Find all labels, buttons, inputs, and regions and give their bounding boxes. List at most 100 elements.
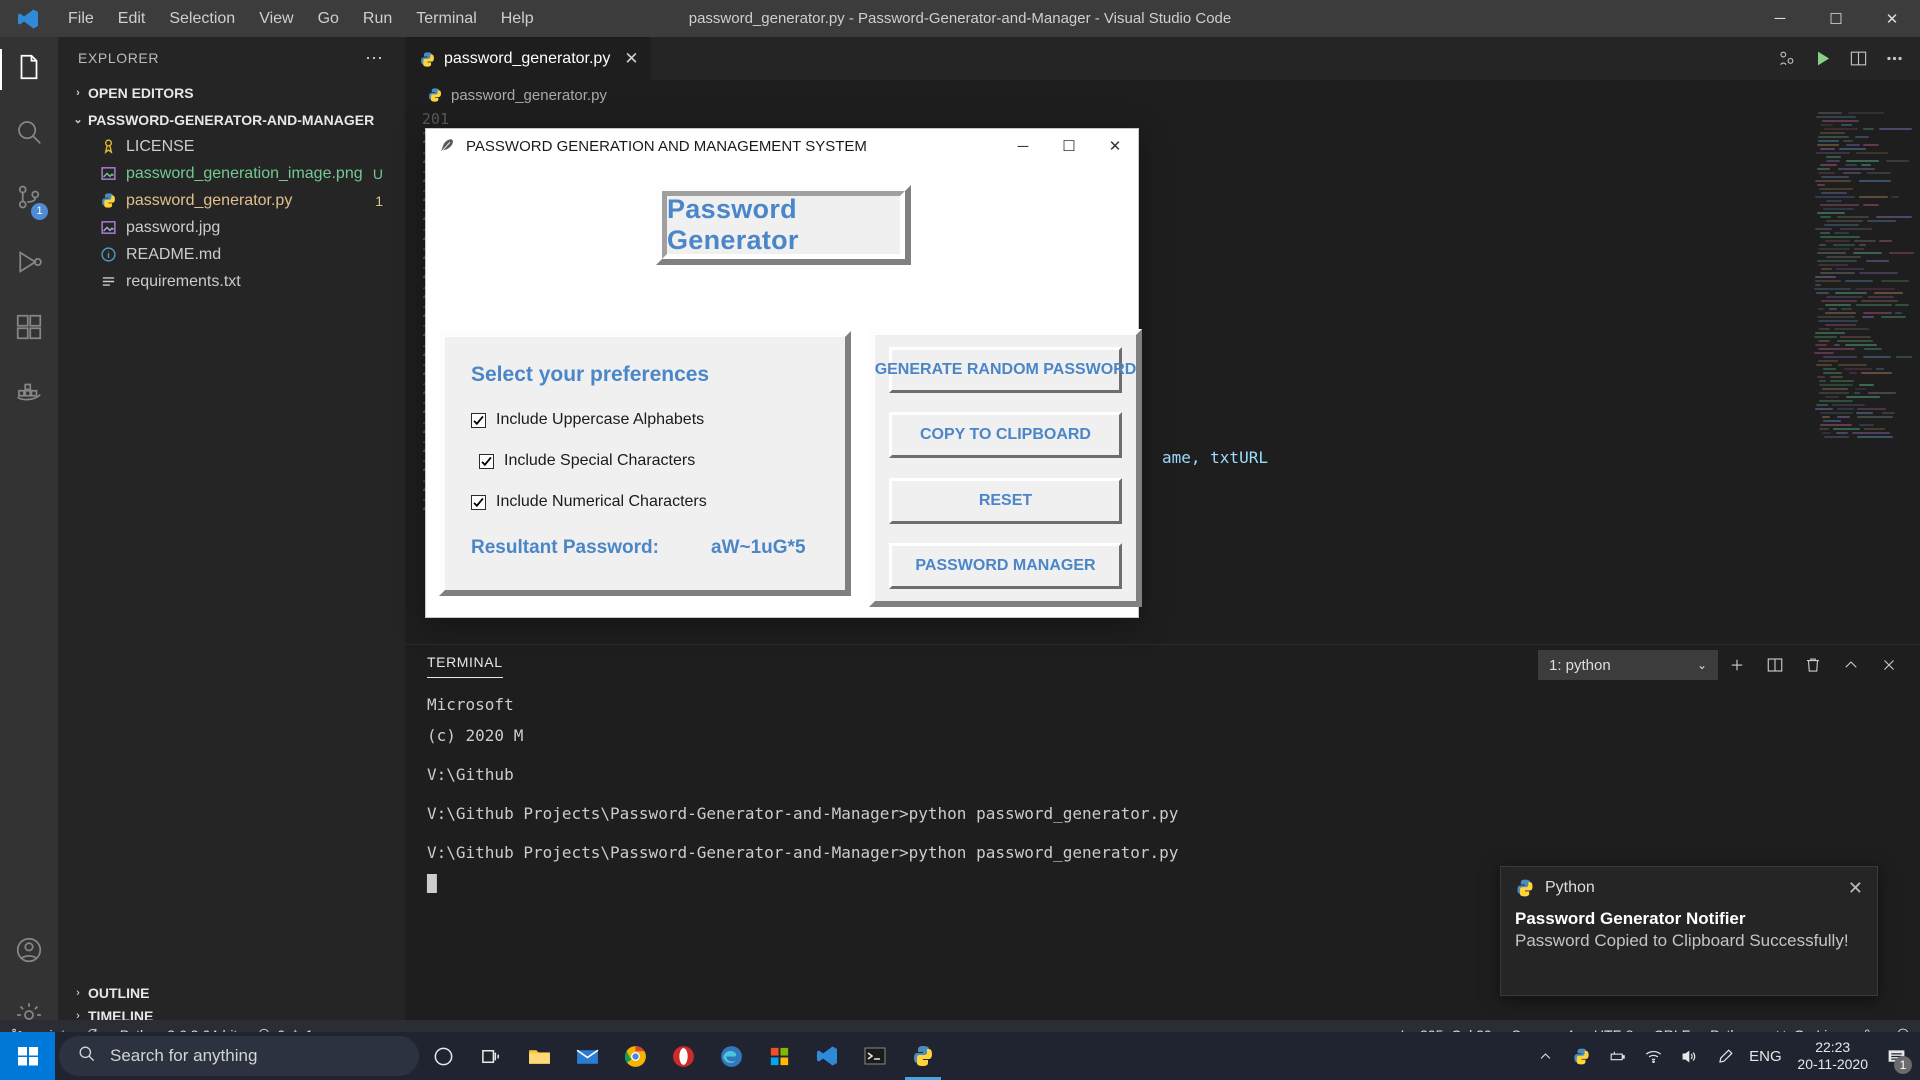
file-item-password-generation-image[interactable]: password_generation_image.png U (58, 160, 405, 187)
volume-icon[interactable] (1671, 1032, 1707, 1080)
minimap-line (1820, 412, 1853, 414)
checkbox-include-uppercase[interactable]: Include Uppercase Alphabets (471, 411, 845, 429)
python-tray-icon[interactable] (1563, 1032, 1599, 1080)
dialog-title-bar[interactable]: PASSWORD GENERATION AND MANAGEMENT SYSTE… (426, 129, 1138, 163)
search-input[interactable]: Search for anything (59, 1036, 419, 1076)
minimap-line (1823, 356, 1856, 358)
vscode-icon[interactable] (803, 1032, 851, 1080)
panel-outline[interactable]: › OUTLINE (58, 981, 405, 1004)
file-item-password-jpg[interactable]: password.jpg (58, 214, 405, 241)
panel-tab-terminal[interactable]: TERMINAL (427, 654, 503, 676)
notifications-icon[interactable]: 1 (1878, 1032, 1914, 1080)
generate-random-password-button[interactable]: GENERATE RANDOM PASSWORD (889, 347, 1122, 393)
menu-terminal[interactable]: Terminal (404, 0, 488, 37)
minimap-line (1844, 368, 1872, 370)
file-label: README.md (126, 246, 221, 264)
minimap-line (1837, 216, 1869, 218)
run-python-icon[interactable] (1804, 37, 1840, 80)
close-panel-icon[interactable] (1870, 645, 1908, 685)
dialog-minimize-button[interactable]: ─ (1000, 129, 1046, 163)
file-item-password-generator-py[interactable]: password_generator.py 1 (58, 187, 405, 214)
language-indicator[interactable]: ENG (1743, 1032, 1787, 1080)
wifi-icon[interactable] (1635, 1032, 1671, 1080)
show-hidden-icons[interactable] (1527, 1032, 1563, 1080)
battery-icon[interactable] (1599, 1032, 1635, 1080)
menu-file[interactable]: File (56, 0, 106, 37)
minimap-line (1843, 140, 1853, 142)
close-icon[interactable]: ✕ (624, 49, 638, 69)
live-share-icon[interactable] (1768, 37, 1804, 80)
opera-icon[interactable] (659, 1032, 707, 1080)
dialog-close-button[interactable]: ✕ (1092, 129, 1138, 163)
pen-icon[interactable] (1707, 1032, 1743, 1080)
store-icon[interactable] (755, 1032, 803, 1080)
terminal-icon[interactable] (851, 1032, 899, 1080)
clock-time: 22:23 (1797, 1039, 1868, 1056)
minimap-line (1818, 248, 1850, 250)
edge-icon[interactable] (707, 1032, 755, 1080)
minimap-line (1834, 232, 1849, 234)
menu-run[interactable]: Run (351, 0, 404, 37)
minimap-line (1864, 428, 1884, 430)
tree-section-workspace[interactable]: ⌄ PASSWORD-GENERATOR-AND-MANAGER (58, 106, 405, 133)
copy-to-clipboard-button[interactable]: COPY TO CLIPBOARD (889, 412, 1122, 458)
notification-toast[interactable]: Python ✕ Password Generator Notifier Pas… (1500, 866, 1878, 996)
split-editor-icon[interactable] (1840, 37, 1876, 80)
checkbox-include-numerical[interactable]: Include Numerical Characters (471, 493, 845, 511)
image-icon (100, 219, 126, 236)
task-view-icon[interactable] (467, 1032, 515, 1080)
menu-go[interactable]: Go (306, 0, 351, 37)
windows-start-icon[interactable] (0, 1032, 55, 1080)
breadcrumb[interactable]: password_generator.py (405, 80, 1920, 110)
kill-terminal-icon[interactable] (1794, 645, 1832, 685)
maximize-panel-icon[interactable] (1832, 645, 1870, 685)
feather-icon (438, 137, 456, 155)
more-actions-icon[interactable] (1876, 37, 1912, 80)
minimap-line (1817, 168, 1829, 170)
window-close-button[interactable]: ✕ (1864, 0, 1920, 37)
tab-password-generator-py[interactable]: password_generator.py ✕ (405, 37, 651, 80)
menu-edit[interactable]: Edit (106, 0, 158, 37)
file-item-license[interactable]: LICENSE (58, 133, 405, 160)
cortana-icon[interactable] (419, 1032, 467, 1080)
menu-selection[interactable]: Selection (157, 0, 247, 37)
minimap-line (1856, 412, 1873, 414)
close-icon[interactable]: ✕ (1848, 878, 1863, 899)
python-app-icon[interactable] (899, 1032, 947, 1080)
file-item-readme[interactable]: README.md (58, 241, 405, 268)
split-terminal-icon[interactable] (1756, 645, 1794, 685)
reset-button[interactable]: RESET (889, 478, 1122, 524)
dialog-maximize-button[interactable]: ☐ (1046, 129, 1092, 163)
minimap-line (1820, 132, 1846, 134)
activity-accounts[interactable] (0, 920, 58, 985)
activity-extensions[interactable] (0, 297, 58, 362)
mail-icon[interactable] (563, 1032, 611, 1080)
minimap-line (1818, 112, 1842, 114)
menu-view[interactable]: View (247, 0, 305, 37)
file-explorer-icon[interactable] (515, 1032, 563, 1080)
minimap-line (1863, 128, 1874, 130)
activity-explorer[interactable] (0, 37, 58, 102)
preferences-title: Select your preferences (471, 363, 845, 387)
tree-section-open-editors[interactable]: › OPEN EDITORS (58, 79, 405, 106)
window-maximize-button[interactable]: ☐ (1808, 0, 1864, 37)
minimap-line (1824, 436, 1850, 438)
password-generator-dialog[interactable]: PASSWORD GENERATION AND MANAGEMENT SYSTE… (425, 128, 1139, 618)
window-minimize-button[interactable]: ─ (1752, 0, 1808, 37)
checkbox-include-special[interactable]: Include Special Characters (479, 452, 845, 470)
password-manager-button[interactable]: PASSWORD MANAGER (889, 543, 1122, 589)
chrome-icon[interactable] (611, 1032, 659, 1080)
chevron-down-icon: ⌄ (68, 113, 88, 126)
file-item-requirements[interactable]: requirements.txt (58, 268, 405, 295)
clock[interactable]: 22:23 20-11-2020 (1787, 1039, 1878, 1073)
activity-docker[interactable] (0, 362, 58, 427)
new-terminal-icon[interactable] (1718, 645, 1756, 685)
terminal-select[interactable]: 1: python ⌄ (1538, 650, 1718, 680)
activity-source-control[interactable]: 1 (0, 167, 58, 232)
minimap-line (1821, 268, 1832, 270)
activity-run-and-debug[interactable] (0, 232, 58, 297)
explorer-more-icon[interactable]: ⋯ (365, 48, 385, 69)
activity-search[interactable] (0, 102, 58, 167)
menu-help[interactable]: Help (489, 0, 546, 37)
minimap-line (1818, 140, 1839, 142)
